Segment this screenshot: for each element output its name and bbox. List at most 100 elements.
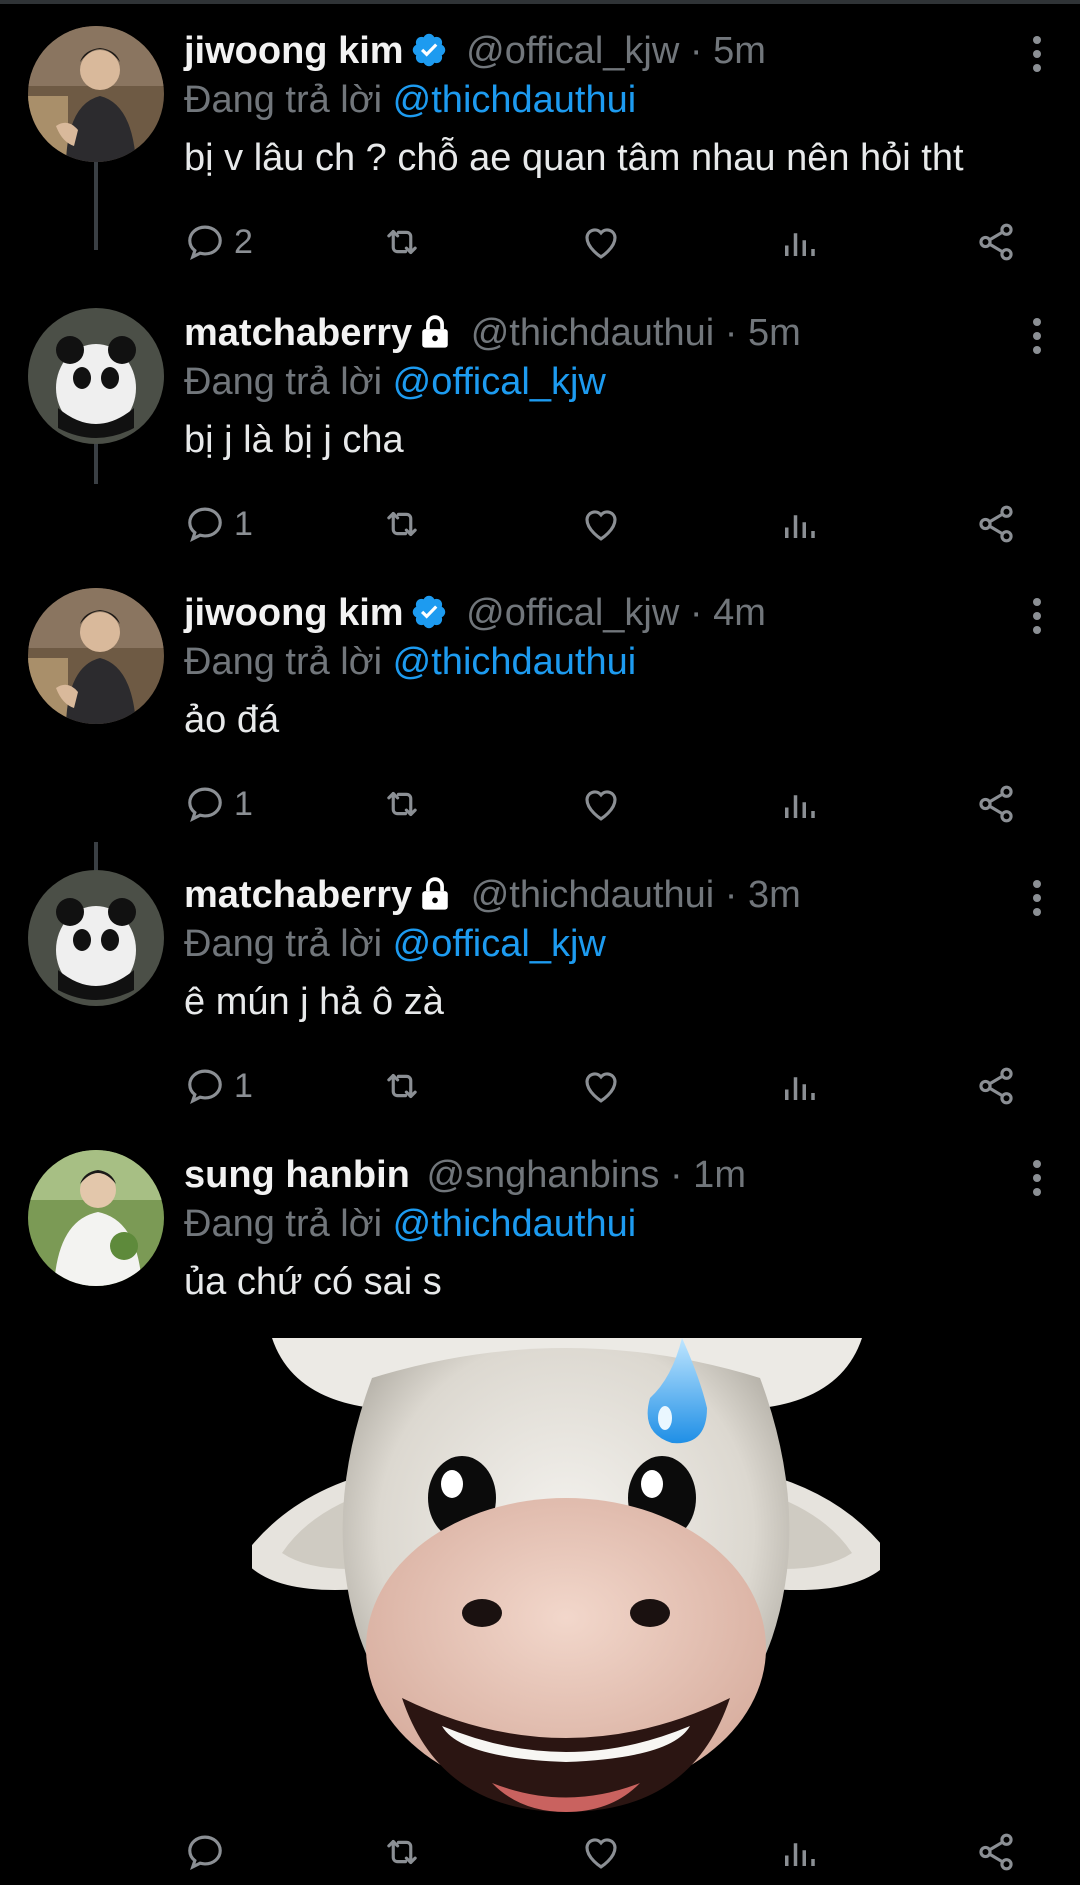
avatar[interactable] (28, 588, 164, 724)
reply-context: Đang trả lời @thichdauthui (184, 638, 1080, 686)
reply-button[interactable]: 1 (184, 774, 253, 834)
display-name[interactable]: jiwoong kim (184, 30, 404, 72)
avatar[interactable] (28, 870, 164, 1006)
like-button[interactable] (580, 212, 622, 272)
handle[interactable]: @snghanbins (426, 1154, 659, 1196)
reply-button[interactable] (184, 1822, 234, 1882)
reply-button[interactable]: 2 (184, 212, 253, 272)
retweet-button[interactable] (380, 494, 424, 554)
share-icon (979, 505, 1013, 543)
reply-context: Đang trả lời @offical_kjw (184, 358, 1080, 406)
reply-prefix: Đang trả lời (184, 361, 383, 403)
reply-context: Đang trả lời @thichdauthui (184, 76, 1080, 124)
retweet-button[interactable] (380, 1056, 424, 1116)
like-icon (585, 1072, 617, 1103)
like-button[interactable] (580, 1822, 622, 1882)
reply-prefix: Đang trả lời (184, 641, 383, 683)
tweet-text: bị v lâu ch ? chỗ ae quan tâm nhau nên h… (184, 137, 964, 179)
reply-icon (188, 507, 222, 542)
panda-avatar-image (28, 870, 164, 1006)
handle[interactable]: @offical_kjw (466, 592, 679, 634)
handle[interactable]: @offical_kjw (466, 30, 679, 72)
reply-mention[interactable]: @thichdauthui (393, 641, 637, 683)
share-icon (979, 223, 1013, 261)
views-button[interactable] (778, 212, 820, 272)
reply-mention[interactable]: @offical_kjw (393, 923, 606, 965)
display-name[interactable]: sung hanbin (184, 1154, 410, 1196)
share-button[interactable] (974, 1822, 1018, 1882)
reply-context: Đang trả lời @thichdauthui (184, 1200, 1080, 1248)
like-button[interactable] (580, 1056, 622, 1116)
handle[interactable]: @thichdauthui (471, 874, 715, 916)
reply-icon (188, 787, 222, 822)
man-avatar-image (28, 588, 164, 724)
reply-count: 1 (234, 1066, 253, 1105)
tweet[interactable]: jiwoong kim @offical_kjw · 4m Đang trả l… (0, 588, 1080, 828)
timestamp: · 1m (669, 1154, 746, 1196)
retweet-button[interactable] (380, 774, 424, 834)
like-icon (585, 1838, 617, 1869)
tweet[interactable]: jiwoong kim @offical_kjw · 5m Đang trả l… (0, 26, 1080, 266)
retweet-button[interactable] (380, 1822, 424, 1882)
reply-button[interactable]: 1 (184, 1056, 253, 1116)
views-button[interactable] (778, 1056, 820, 1116)
reply-mention[interactable]: @offical_kjw (393, 361, 606, 403)
display-name[interactable]: matchaberry (184, 312, 412, 354)
cow-memoji-image (252, 1338, 880, 1812)
tweet-actions: 1 (0, 494, 1080, 554)
views-icon (785, 795, 815, 818)
more-icon[interactable] (1022, 1158, 1052, 1198)
tweet[interactable]: matchaberry @thichdauthui · 5m Đang trả … (0, 308, 1080, 548)
display-name[interactable]: matchaberry (184, 874, 412, 916)
views-icon (785, 515, 815, 538)
avatar[interactable] (28, 308, 164, 444)
share-icon (979, 785, 1013, 823)
display-name[interactable]: jiwoong kim (184, 592, 404, 634)
tweet-header: matchaberry @thichdauthui · 3m (184, 870, 1080, 920)
tweet-actions: 1 (0, 774, 1080, 834)
like-icon (585, 510, 617, 541)
tweet-text: ê mún j hả ô zà (184, 981, 444, 1023)
tweet-header: matchaberry @thichdauthui · 5m (184, 308, 1080, 358)
share-icon (979, 1067, 1013, 1105)
tweet-text: ủa chứ có sai s (184, 1261, 442, 1303)
avatar[interactable] (28, 26, 164, 162)
tweet-actions: 2 (0, 212, 1080, 272)
timestamp: · 5m (689, 30, 766, 72)
retweet-icon (387, 229, 417, 255)
more-icon[interactable] (1022, 34, 1052, 74)
reply-icon (188, 225, 222, 260)
like-button[interactable] (580, 774, 622, 834)
reply-icon (188, 1069, 222, 1104)
retweet-icon (387, 511, 417, 537)
like-icon (585, 790, 617, 821)
panda-avatar-image (28, 308, 164, 444)
views-icon (785, 1843, 815, 1866)
tweet-actions (0, 1822, 1080, 1882)
views-button[interactable] (778, 494, 820, 554)
tweet-header: jiwoong kim @offical_kjw · 5m (184, 26, 1080, 76)
more-icon[interactable] (1022, 316, 1052, 356)
handle[interactable]: @thichdauthui (471, 312, 715, 354)
share-button[interactable] (974, 774, 1018, 834)
more-icon[interactable] (1022, 596, 1052, 636)
reply-button[interactable]: 1 (184, 494, 253, 554)
reply-count: 2 (234, 222, 253, 261)
timestamp: · 3m (724, 874, 801, 916)
share-button[interactable] (974, 212, 1018, 272)
retweet-button[interactable] (380, 212, 424, 272)
tweet-media[interactable] (252, 1338, 880, 1812)
share-button[interactable] (974, 1056, 1018, 1116)
share-button[interactable] (974, 494, 1018, 554)
views-button[interactable] (778, 774, 820, 834)
reply-mention[interactable]: @thichdauthui (393, 1203, 637, 1245)
man-avatar-image (28, 26, 164, 162)
avatar[interactable] (28, 1150, 164, 1286)
like-button[interactable] (580, 494, 622, 554)
tweet[interactable]: matchaberry @thichdauthui · 3m Đang trả … (0, 870, 1080, 1110)
tweet-header: sung hanbin @snghanbins · 1m (184, 1150, 1080, 1200)
reply-mention[interactable]: @thichdauthui (393, 79, 637, 121)
views-button[interactable] (778, 1822, 820, 1882)
reply-count: 1 (234, 504, 253, 543)
more-icon[interactable] (1022, 878, 1052, 918)
